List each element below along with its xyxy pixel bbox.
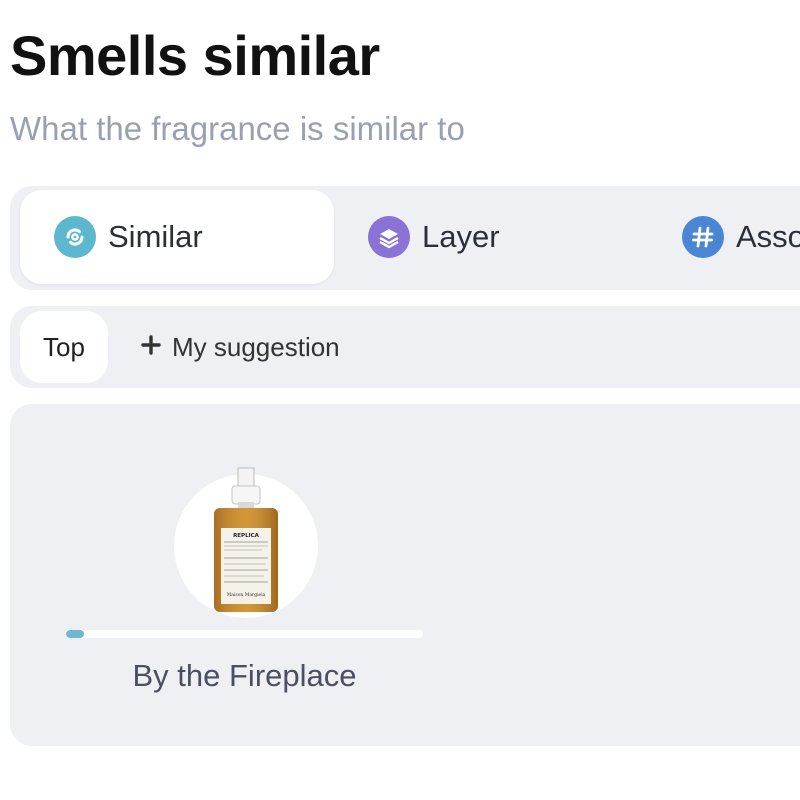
my-suggestion-button[interactable]: My suggestion bbox=[140, 311, 340, 383]
plus-icon bbox=[140, 332, 162, 362]
bottle-brand-text: REPLICA bbox=[233, 533, 260, 539]
filter-bar: Top My suggestion bbox=[10, 306, 800, 388]
tab-similar[interactable]: Similar bbox=[20, 190, 334, 284]
similarity-vote-fill bbox=[66, 630, 84, 638]
tab-association-label: Asso bbox=[736, 219, 800, 254]
fragrance-name: By the Fireplace bbox=[132, 658, 357, 693]
layers-icon bbox=[368, 216, 410, 258]
filter-top-button[interactable]: Top bbox=[20, 311, 108, 383]
hash-icon bbox=[682, 216, 724, 258]
my-suggestion-label: My suggestion bbox=[172, 331, 340, 362]
page-title: Smells similar bbox=[10, 24, 380, 87]
page-subtitle: What the fragrance is similar to bbox=[10, 110, 465, 147]
category-tab-bar: Similar Layer Asso bbox=[10, 186, 800, 290]
tab-layer-label: Layer bbox=[422, 219, 500, 254]
tab-similar-label: Similar bbox=[108, 219, 203, 254]
bottle-maker-text: Maison Margiela bbox=[227, 592, 266, 598]
tab-association[interactable]: Asso bbox=[682, 190, 800, 284]
results-panel: REPLICA Maison Margiela By the Fireplace bbox=[10, 404, 800, 746]
tab-layer[interactable]: Layer bbox=[368, 190, 500, 284]
perfume-bottle-image[interactable]: REPLICA Maison Margiela bbox=[174, 467, 318, 618]
similar-icon bbox=[54, 216, 96, 258]
similarity-vote-bar bbox=[66, 630, 423, 638]
